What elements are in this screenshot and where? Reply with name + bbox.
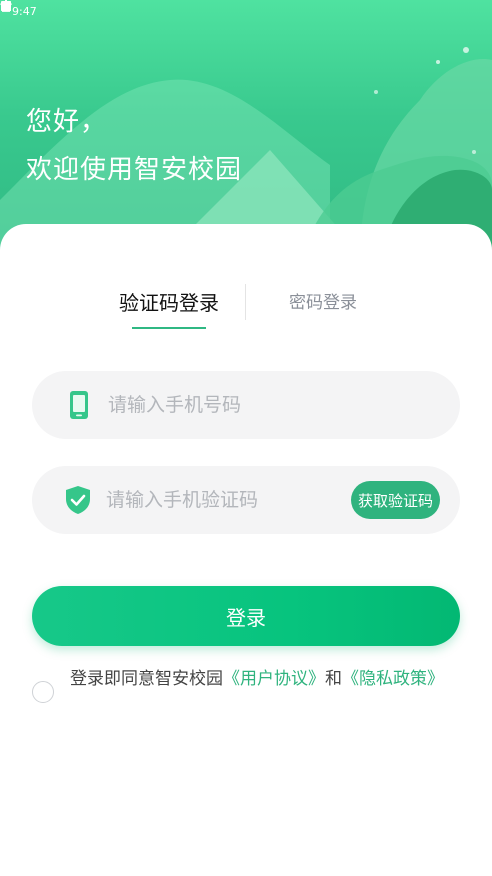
image-notification-icon [1, 1, 97, 17]
battery-icon [3, 0, 482, 17]
active-tab-indicator [132, 327, 206, 329]
agreement-text: 登录即同意智安校园《用户协议》和《隐私政策》 [70, 666, 444, 692]
get-code-button[interactable]: 获取验证码 [351, 481, 440, 519]
shield-check-icon [64, 485, 92, 515]
download-icon [2, 1, 57, 17]
privacy-policy-link[interactable]: 《隐私政策》 [342, 669, 444, 689]
agreement-checkbox[interactable] [32, 681, 54, 703]
download-icon [2, 1, 77, 17]
header-background: 9:47 您好， 欢迎使用智安校园 [0, 0, 492, 260]
agreement-and: 和 [325, 669, 342, 689]
login-card: 验证码登录 密码登录 获取验证码 登录 登录即同意智安 [0, 224, 492, 876]
tab-sms-login[interactable]: 验证码登录 [96, 284, 242, 329]
tab-sms-login-label: 验证码登录 [119, 291, 219, 315]
phone-icon [64, 390, 94, 420]
wifi-icon [0, 1, 446, 17]
tab-password-login-label: 密码登录 [289, 293, 357, 313]
tab-password-login[interactable]: 密码登录 [256, 284, 390, 322]
login-tabs: 验证码登录 密码登录 [0, 284, 492, 344]
phone-input[interactable] [106, 393, 460, 417]
verification-code-field[interactable]: 获取验证码 [32, 466, 460, 534]
agreement: 登录即同意智安校园《用户协议》和《隐私政策》 [32, 666, 452, 703]
phone-field[interactable] [32, 371, 460, 439]
tab-divider [245, 284, 246, 320]
greeting: 您好， 欢迎使用智安校园 [26, 98, 242, 194]
agreement-prefix: 登录即同意智安校园 [70, 669, 223, 689]
status-time: 9:47 [12, 4, 37, 18]
user-agreement-link[interactable]: 《用户协议》 [223, 669, 325, 689]
status-bar: 9:47 [0, 0, 492, 22]
signal-icon [1, 1, 464, 17]
greeting-line-1: 您好， [26, 107, 108, 137]
greeting-line-2: 欢迎使用智安校园 [26, 155, 243, 185]
verification-code-input[interactable] [104, 488, 351, 512]
login-button[interactable]: 登录 [32, 586, 460, 646]
